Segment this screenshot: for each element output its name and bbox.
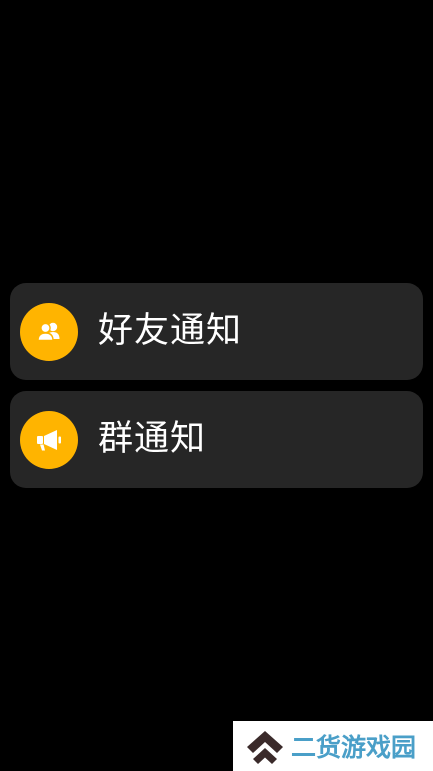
group-notification-label: 群通知	[98, 419, 207, 459]
friends-icon-badge	[20, 302, 78, 361]
watermark-text: 二货游戏园	[291, 733, 417, 762]
notification-screen: 好友通知 群通知 二货游戏园	[0, 0, 433, 771]
group-notification-item[interactable]: 群通知	[10, 391, 423, 488]
friends-icon	[37, 322, 60, 341]
friend-notification-item[interactable]: 好友通知	[10, 283, 423, 380]
megaphone-icon-badge	[20, 410, 78, 469]
logo-chevron-icon	[247, 731, 283, 764]
notification-list: 好友通知 群通知	[10, 283, 423, 499]
megaphone-icon	[37, 429, 61, 450]
friend-notification-label: 好友通知	[98, 311, 243, 351]
watermark: 二货游戏园	[233, 721, 433, 771]
